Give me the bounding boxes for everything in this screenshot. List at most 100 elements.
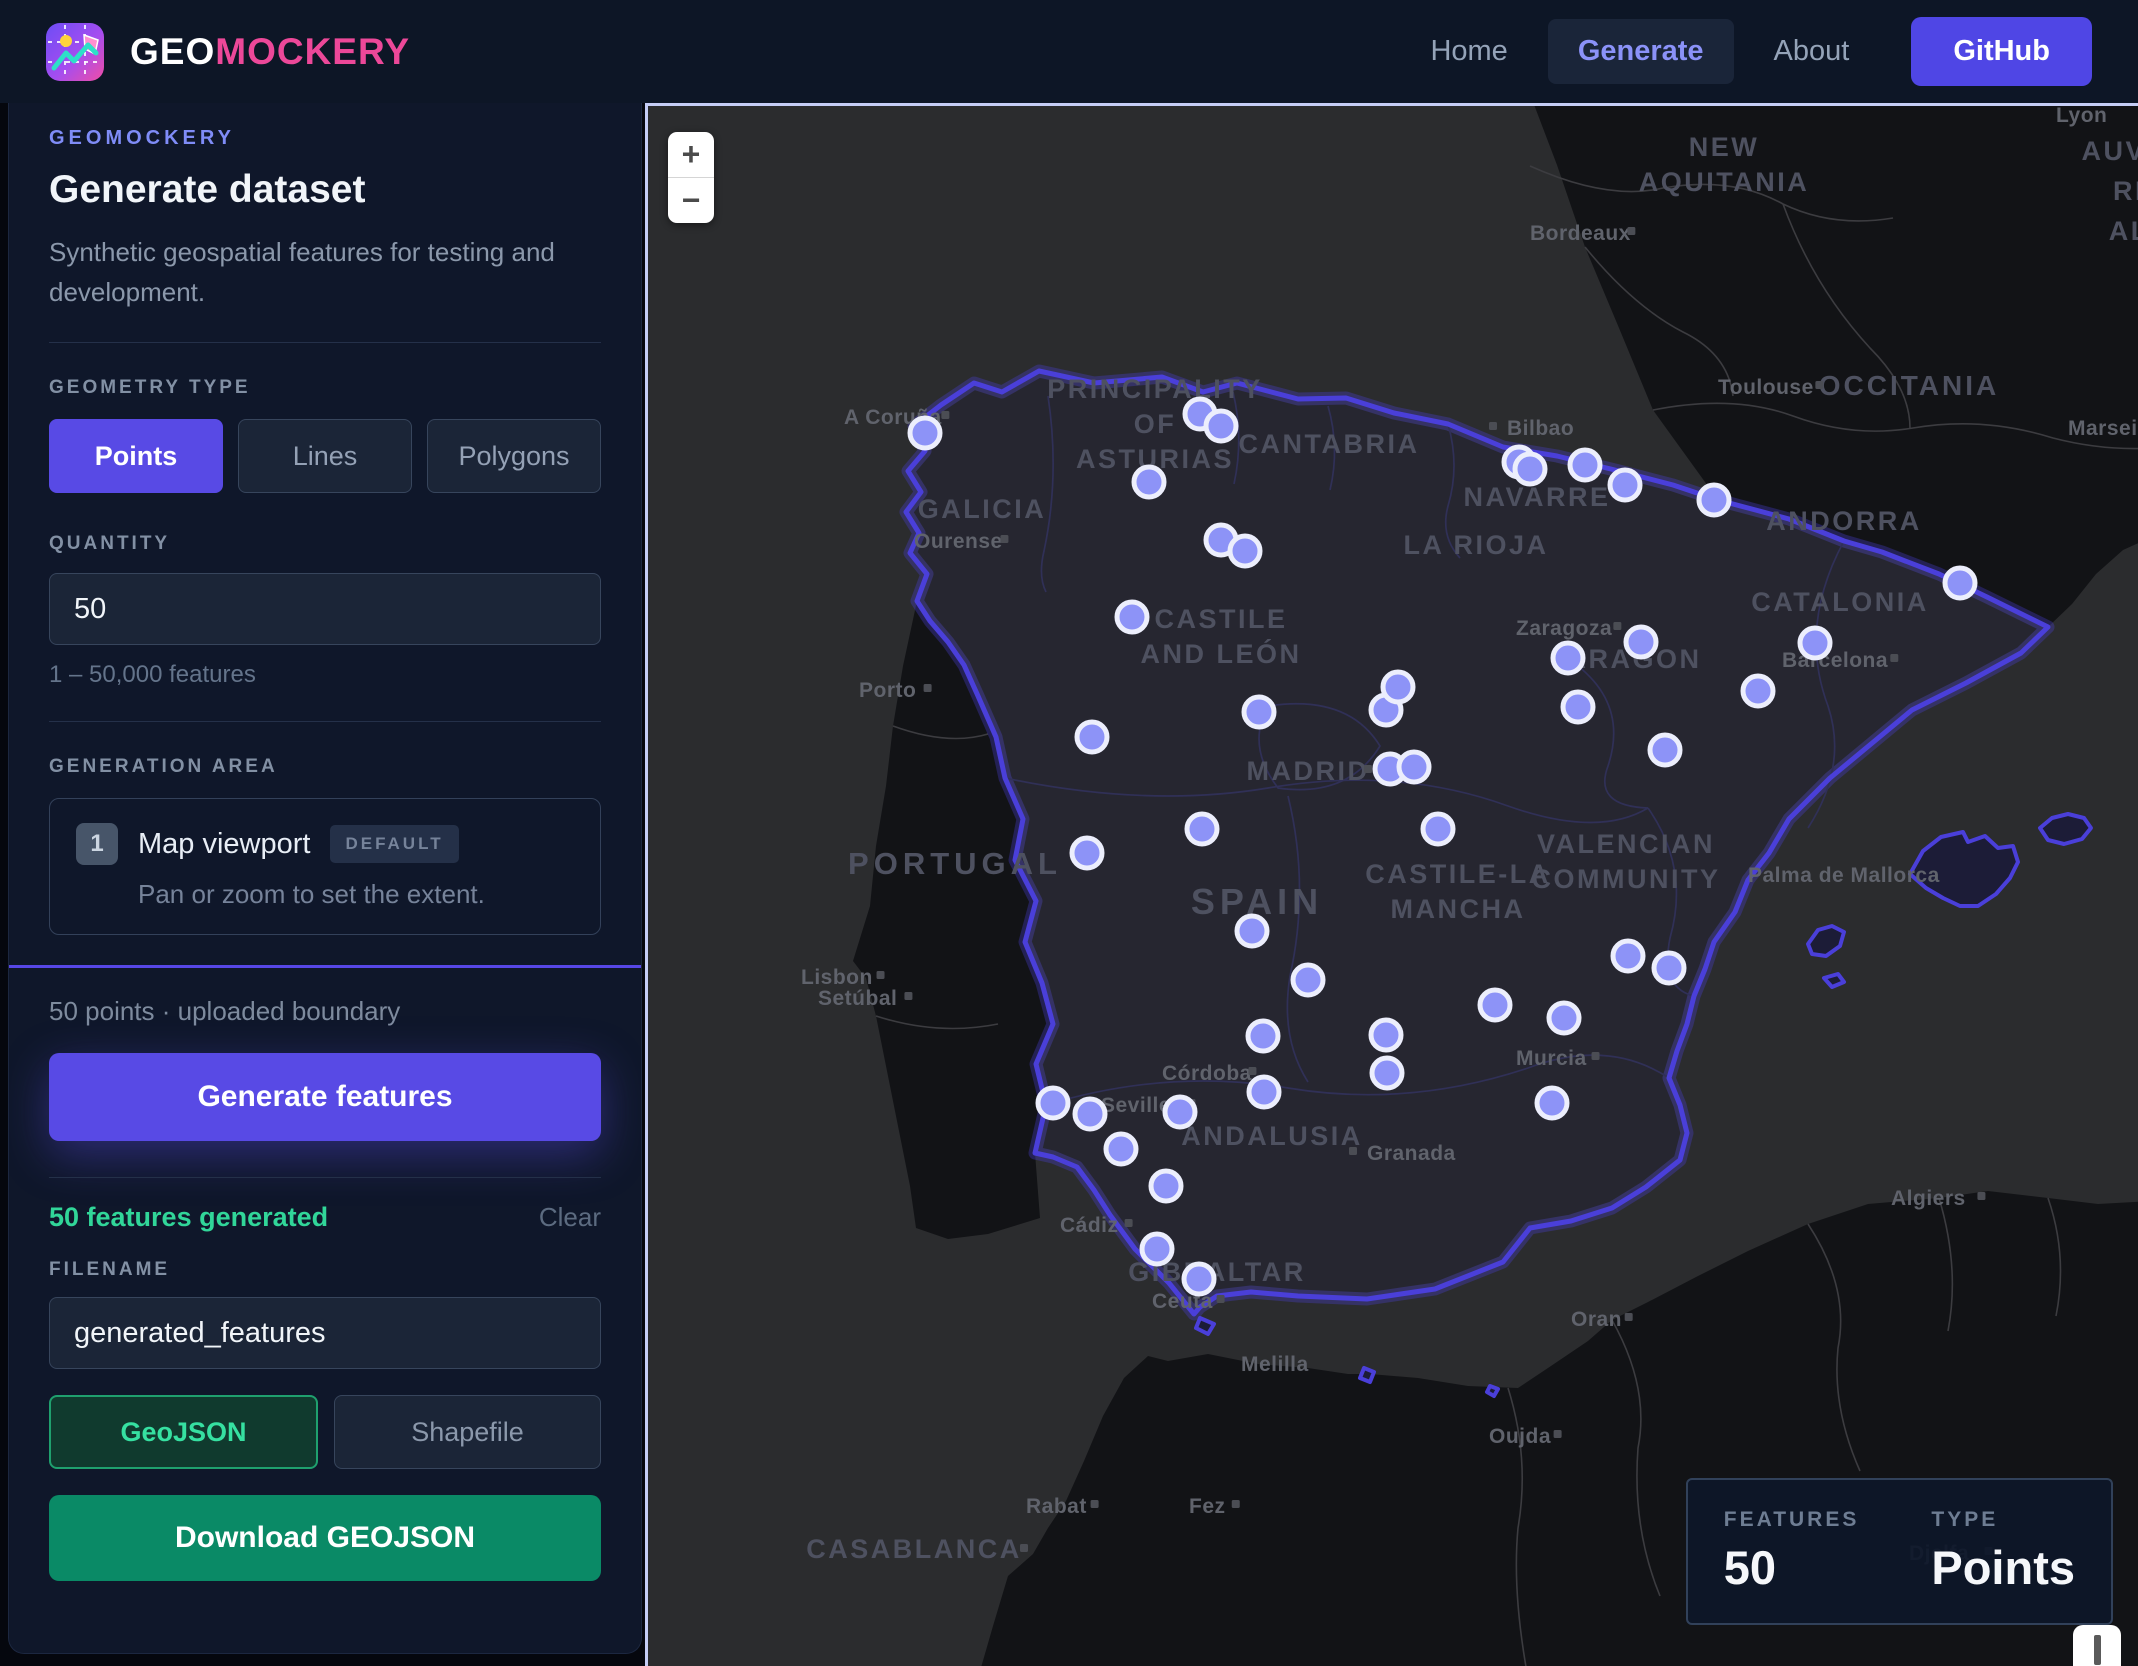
clear-button[interactable]: Clear bbox=[539, 1202, 601, 1233]
island-boundary bbox=[1487, 1386, 1498, 1396]
generated-point bbox=[1383, 672, 1413, 702]
page-subtitle: Synthetic geospatial features for testin… bbox=[49, 232, 601, 312]
nav-item-about[interactable]: About bbox=[1744, 19, 1880, 84]
feature-stats-overlay: FEATURES 50 TYPE Points bbox=[1686, 1478, 2113, 1625]
default-badge: DEFAULT bbox=[330, 825, 458, 863]
type-stat-value: Points bbox=[1931, 1540, 2075, 1595]
generated-point bbox=[1142, 1234, 1172, 1264]
nav-item-home[interactable]: Home bbox=[1400, 19, 1537, 84]
map-label: Bordeaux bbox=[1530, 222, 1631, 245]
generated-point bbox=[1537, 1088, 1567, 1118]
map-label: Porto bbox=[859, 679, 916, 702]
map-label: Rabat bbox=[1026, 1495, 1087, 1518]
generated-point bbox=[1184, 1264, 1214, 1294]
map-label: AND LEÓN bbox=[1141, 638, 1302, 669]
map-render: GALICIAPRINCIPALITYOFASTURIASCANTABRIANA… bbox=[648, 106, 2138, 1666]
map-label: MANCHA bbox=[1391, 894, 1526, 924]
generation-area-card[interactable]: 1 Map viewport DEFAULT Pan or zoom to se… bbox=[49, 798, 601, 935]
map-label: Córdoba bbox=[1162, 1062, 1252, 1085]
generate-features-button[interactable]: Generate features bbox=[49, 1053, 601, 1141]
quantity-label: QUANTITY bbox=[49, 533, 601, 555]
zoom-in-button[interactable]: + bbox=[668, 132, 714, 177]
divider bbox=[49, 342, 601, 343]
zoom-out-button[interactable]: − bbox=[668, 178, 714, 223]
generation-area-label: GENERATION AREA bbox=[49, 756, 601, 778]
generated-point bbox=[1106, 1134, 1136, 1164]
generated-point bbox=[1563, 692, 1593, 722]
map-label: Zaragoza bbox=[1516, 617, 1612, 640]
generated-point bbox=[1610, 470, 1640, 500]
type-stat-label: TYPE bbox=[1931, 1508, 2075, 1532]
map-label: Marseille bbox=[2068, 417, 2138, 440]
generated-point bbox=[1423, 814, 1453, 844]
map-label-dot bbox=[904, 992, 912, 1000]
filename-input[interactable]: generated_features bbox=[49, 1297, 601, 1369]
map-attribution-button[interactable] bbox=[2073, 1625, 2121, 1666]
map-label-dot bbox=[1815, 381, 1823, 389]
map-label: LA RIOJA bbox=[1403, 530, 1548, 560]
generated-point bbox=[1244, 697, 1274, 727]
map-label: ALPES bbox=[2109, 216, 2138, 246]
map-label: PRINCIPALITY bbox=[1047, 374, 1263, 404]
page-title: Generate dataset bbox=[49, 168, 601, 212]
map-label-dot bbox=[1489, 422, 1497, 430]
accent-divider bbox=[9, 965, 641, 968]
generated-point bbox=[1072, 838, 1102, 868]
generated-point bbox=[1480, 990, 1510, 1020]
map-label: Bilbao bbox=[1507, 417, 1574, 440]
map-label: NEW bbox=[1689, 132, 1760, 162]
generated-point bbox=[1165, 1097, 1195, 1127]
map-label: Cádiz bbox=[1060, 1214, 1119, 1237]
generated-point bbox=[1549, 1003, 1579, 1033]
format-shapefile-button[interactable]: Shapefile bbox=[334, 1395, 601, 1469]
nav-item-generate[interactable]: Generate bbox=[1548, 19, 1734, 84]
map-label-dot bbox=[1627, 227, 1635, 235]
map-label: Seville bbox=[1101, 1094, 1171, 1117]
quantity-input[interactable]: 50 bbox=[49, 573, 601, 645]
map-label: Oran bbox=[1571, 1308, 1622, 1331]
map-label: OF bbox=[1134, 409, 1177, 439]
format-geojson-button[interactable]: GeoJSON bbox=[49, 1395, 318, 1469]
map-label: Lyon bbox=[2056, 106, 2107, 127]
map-label-dot bbox=[877, 971, 885, 979]
generated-point bbox=[1699, 485, 1729, 515]
map-label-dot bbox=[941, 411, 949, 419]
map-label: GALICIA bbox=[918, 494, 1047, 524]
map-label: MADRID bbox=[1247, 756, 1370, 786]
map-label-dot bbox=[924, 684, 932, 692]
map-canvas[interactable]: GALICIAPRINCIPALITYOFASTURIASCANTABRIANA… bbox=[645, 103, 2138, 1666]
map-label: VALENCIAN bbox=[1537, 829, 1715, 859]
generated-point bbox=[1613, 941, 1643, 971]
generated-point bbox=[1237, 916, 1267, 946]
map-label-dot bbox=[1232, 1500, 1240, 1508]
map-label-dot bbox=[1592, 1052, 1600, 1060]
map-label: Barcelona bbox=[1782, 649, 1888, 672]
geometry-points-button[interactable]: Points bbox=[49, 419, 223, 493]
map-label-dot bbox=[1625, 1313, 1633, 1321]
map-label-dot bbox=[1554, 1430, 1562, 1438]
geometry-polygons-button[interactable]: Polygons bbox=[427, 419, 601, 493]
format-group: GeoJSON Shapefile bbox=[49, 1395, 601, 1469]
map-label: OCCITANIA bbox=[1819, 370, 1999, 401]
generated-point bbox=[1248, 1021, 1278, 1051]
map-label: CASABLANCA bbox=[806, 1534, 1022, 1564]
map-label: Granada bbox=[1367, 1142, 1456, 1165]
map-label: ANDORRA bbox=[1766, 506, 1922, 536]
result-message: 50 features generated bbox=[49, 1202, 328, 1233]
quantity-hint: 1 – 50,000 features bbox=[49, 661, 601, 689]
generated-point bbox=[1800, 628, 1830, 658]
github-button[interactable]: GitHub bbox=[1911, 17, 2092, 86]
download-geojson-button[interactable]: Download GEOJSON bbox=[49, 1495, 601, 1581]
map-label: PORTUGAL bbox=[848, 846, 1062, 881]
map-label-dot bbox=[1217, 1295, 1225, 1303]
generated-point bbox=[1570, 450, 1600, 480]
map-label: CASTILE-LA bbox=[1365, 859, 1550, 889]
divider bbox=[49, 721, 601, 722]
geometry-lines-button[interactable]: Lines bbox=[238, 419, 412, 493]
divider bbox=[49, 1177, 601, 1178]
map-label: Fez bbox=[1189, 1495, 1226, 1518]
generated-point bbox=[1654, 953, 1684, 983]
generation-summary: 50 points · uploaded boundary bbox=[49, 996, 601, 1027]
features-stat-value: 50 bbox=[1724, 1540, 1860, 1595]
generated-point bbox=[1372, 1058, 1402, 1088]
